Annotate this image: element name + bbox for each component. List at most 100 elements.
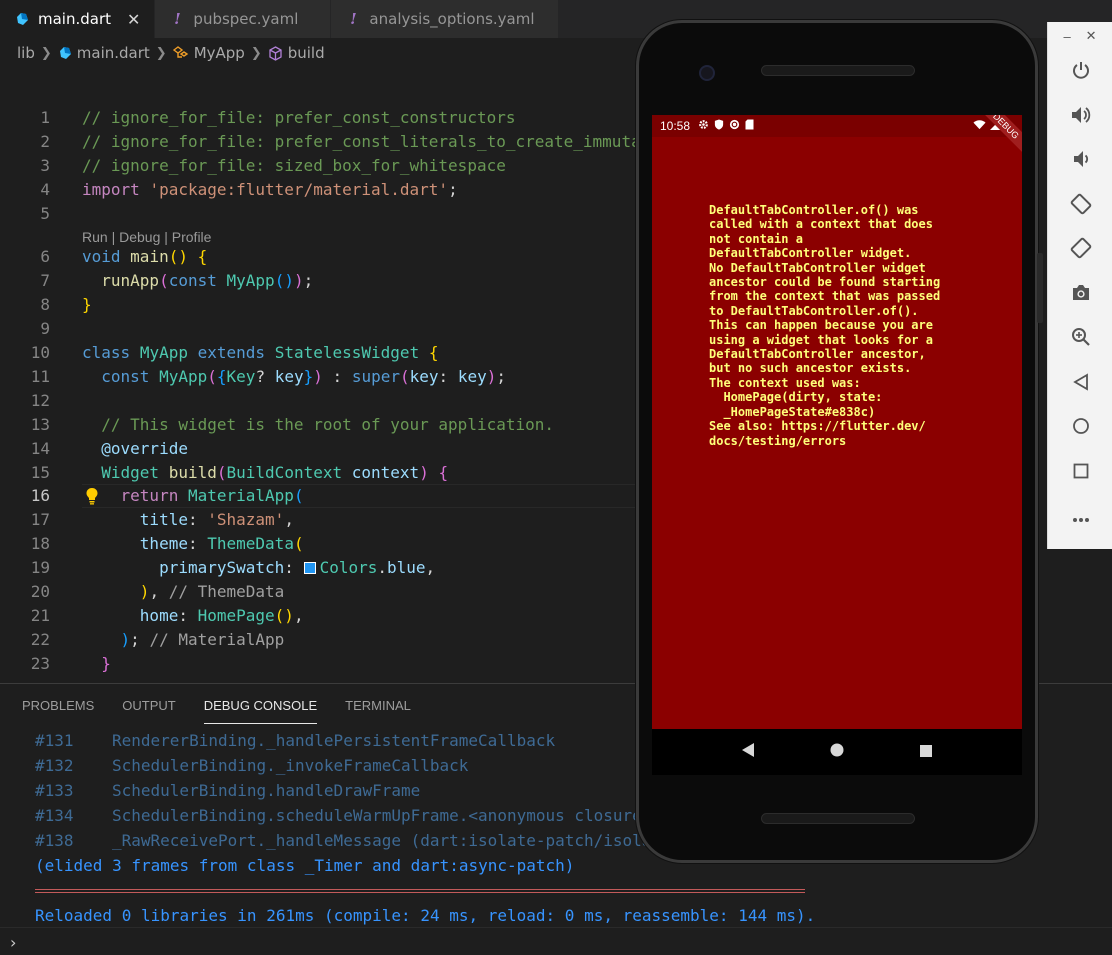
back-button[interactable] [1048,362,1112,407]
zoom-button[interactable] [1048,317,1112,362]
nav-back-icon[interactable] [741,742,755,762]
error-message: DefaultTabController.of() was called wit… [709,203,941,448]
front-camera [699,65,715,81]
color-swatch[interactable] [303,562,316,574]
code-editor[interactable]: 1// ignore_for_file: prefer_const_constr… [0,70,640,682]
chevron-right-icon: ❯ [155,45,167,61]
dart-icon [14,12,30,26]
power-button[interactable] [1048,50,1112,95]
android-nav-bar [652,729,1022,775]
code-line: 20 ), // ThemeData [30,582,285,601]
tab-problems[interactable]: PROBLEMS [22,684,94,724]
flutter-error-screen: DefaultTabController.of() was called wit… [652,137,1022,729]
bottom-speaker [761,813,915,824]
power-icon [1071,60,1091,84]
top-speaker [761,65,915,76]
android-status-bar: 10:58 [652,115,1022,137]
code-line: 6 void main() { [40,247,208,266]
code-line: 4 import 'package:flutter/material.dart'; [40,180,458,199]
code-line: 1// ignore_for_file: prefer_const_constr… [40,108,516,127]
close-button[interactable]: ✕ [1086,28,1097,44]
more-button[interactable] [1048,495,1112,540]
breadcrumb-folder[interactable]: lib [17,44,35,62]
settings-icon [698,119,709,133]
code-line: 9 [40,319,50,338]
rotate-right-button[interactable] [1048,228,1112,273]
phone-screen[interactable]: 10:58 DefaultTabController.of() was call… [652,115,1022,729]
code-line: 11 const MyApp({Key? key}) : super(key: … [30,367,507,386]
console-input[interactable]: › [0,927,1112,955]
exclamation-icon: ! [350,10,357,28]
breadcrumb-class[interactable]: MyApp [194,44,245,62]
overview-button[interactable] [1048,451,1112,496]
home-icon [1072,417,1090,439]
side-button [1037,253,1043,323]
code-line: 14 @override [30,439,188,458]
tab-terminal[interactable]: TERMINAL [345,684,411,724]
tab-main-dart[interactable]: main.dart ✕ [0,0,156,38]
volume-down-button[interactable] [1048,139,1112,184]
chevron-right-icon: ❯ [250,45,262,61]
panel-tab-bar: PROBLEMS OUTPUT DEBUG CONSOLE TERMINAL [0,684,425,724]
code-line: 17 title: 'Shazam', [30,510,294,529]
code-line: 7 runApp(const MyApp()); [40,271,314,290]
rotate-left-button[interactable] [1048,184,1112,229]
class-icon [172,46,189,60]
camera-icon [1071,284,1091,306]
code-line: 19 primarySwatch: Colors.blue, [30,558,436,577]
breadcrumb-file[interactable]: main.dart [77,44,150,62]
volume-up-icon [1070,105,1092,129]
clock: 10:58 [660,119,691,133]
tab-label: analysis_options.yaml [369,10,535,28]
tab-label: pubspec.yaml [193,10,299,28]
home-button[interactable] [1048,406,1112,451]
close-icon[interactable]: ✕ [127,10,140,29]
nav-overview-icon[interactable] [919,743,933,762]
sync-icon [729,119,740,133]
method-icon [268,45,283,61]
rotate-left-icon [1070,193,1092,219]
emulator-window-controls: – ✕ [1048,22,1112,50]
volume-up-button[interactable] [1048,95,1112,140]
code-line: 12 [30,391,50,410]
code-line: 15 Widget build(BuildContext context) { [30,463,449,482]
code-line: 5 [40,204,50,223]
more-icon [1072,508,1090,527]
tab-pubspec-yaml[interactable]: ! pubspec.yaml [155,0,332,38]
nav-home-icon[interactable] [829,742,845,762]
prompt-chevron-icon: › [10,932,17,952]
breadcrumb: lib ❯ main.dart ❯ MyApp ❯ build [0,38,640,68]
tab-analysis-options-yaml[interactable]: ! analysis_options.yaml [331,0,560,38]
lightbulb-icon[interactable] [82,484,102,508]
tab-output[interactable]: OUTPUT [122,684,175,724]
wifi-icon [973,119,986,133]
reload-message: Reloaded 0 libraries in 261ms (compile: … [35,906,816,925]
screenshot-button[interactable] [1048,273,1112,318]
code-line: 22 ); // MaterialApp [30,630,285,649]
zoom-icon [1071,327,1091,351]
chevron-right-icon: ❯ [40,45,52,61]
code-line: 2// ignore_for_file: prefer_const_litera… [40,132,640,151]
tab-label: main.dart [38,10,112,28]
code-line: 18 theme: ThemeData( [30,534,304,553]
error-separator [35,889,805,893]
volume-down-icon [1071,149,1091,173]
code-line: 13 // This widget is the root of your ap… [30,415,555,434]
code-line: 23 } [30,654,111,673]
code-line: 10 class MyApp extends StatelessWidget { [30,343,439,362]
minimize-button[interactable]: – [1063,29,1070,44]
phone-emulator: 10:58 DefaultTabController.of() was call… [636,20,1043,863]
code-line: 21 home: HomePage(), [30,606,304,625]
code-line: 8} [40,295,92,314]
overview-icon [1073,463,1089,483]
tab-debug-console[interactable]: DEBUG CONSOLE [203,684,318,724]
breadcrumb-method[interactable]: build [288,44,325,62]
shield-icon [714,119,724,133]
exclamation-icon: ! [174,10,181,28]
back-icon [1072,373,1089,395]
rotate-right-icon [1070,237,1092,263]
code-line: 3// ignore_for_file: sized_box_for_white… [40,156,506,175]
sd-card-icon [745,119,754,133]
dart-icon [58,46,72,60]
emulator-toolbar: – ✕ [1047,22,1112,549]
